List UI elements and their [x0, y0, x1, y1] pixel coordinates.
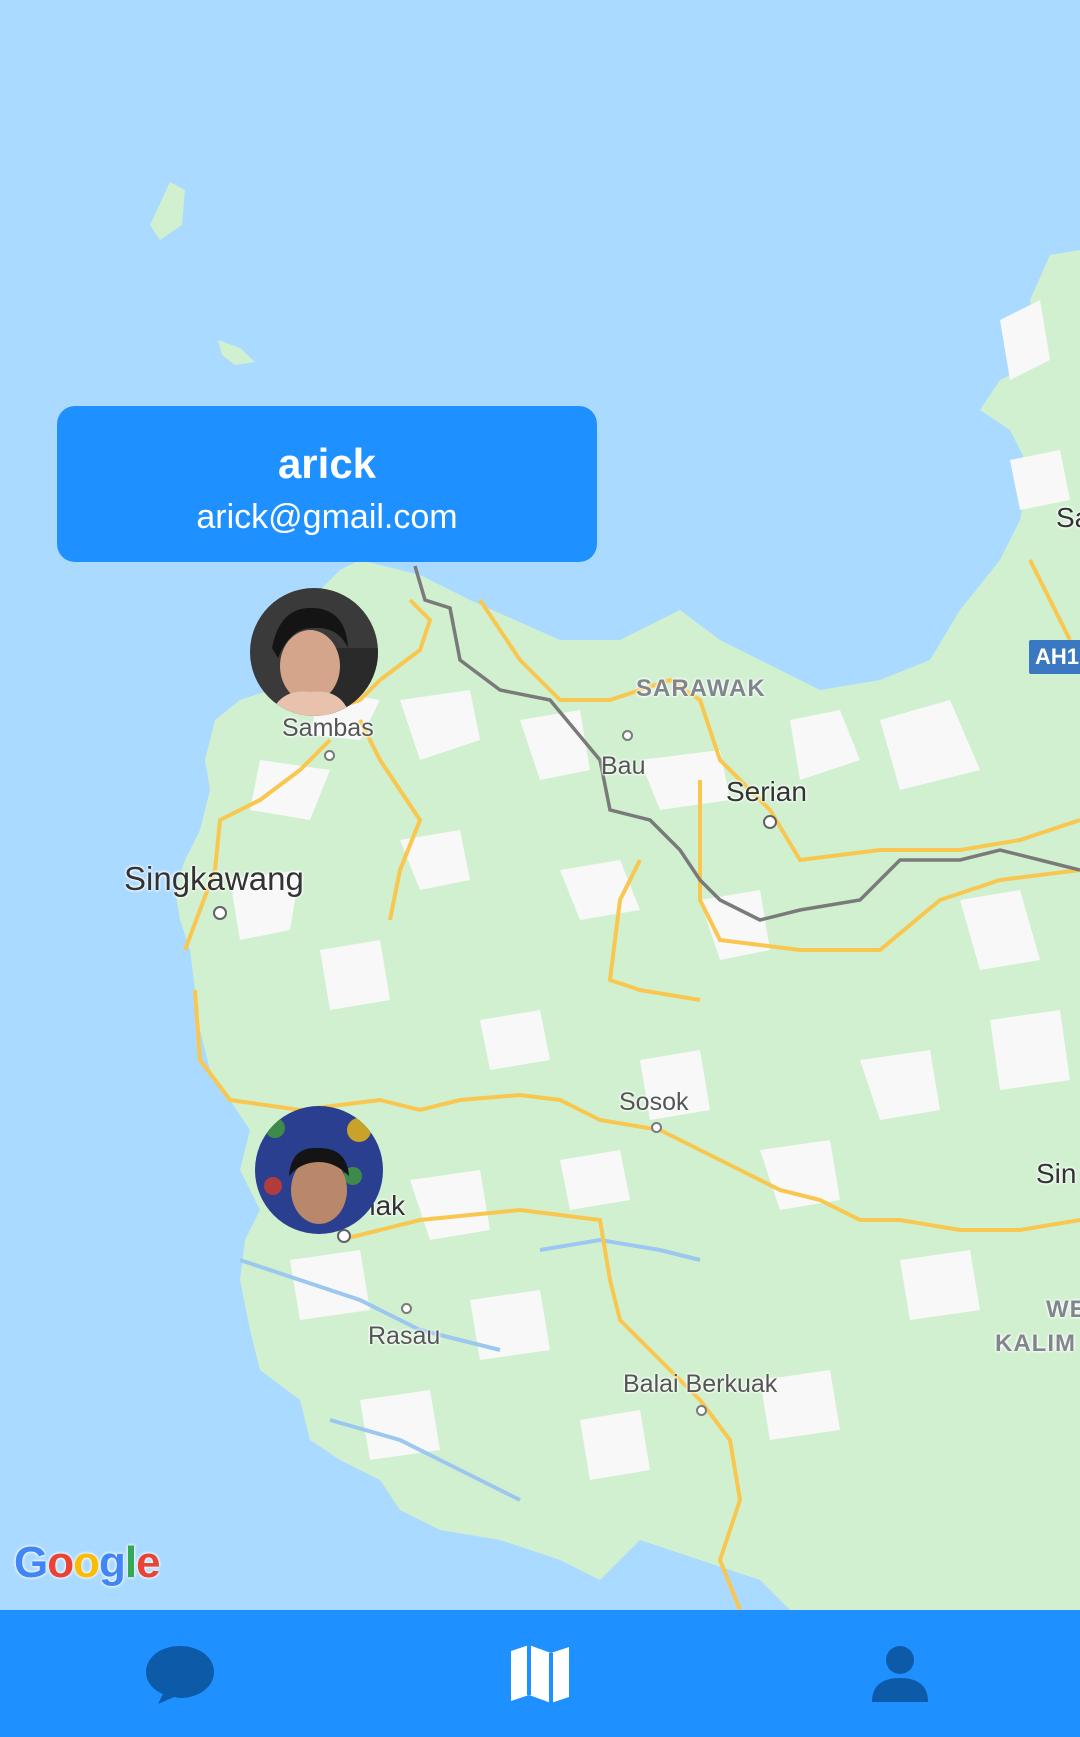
- region-label-sarawak: SARAWAK: [636, 675, 766, 702]
- place-label-edge-sa: Sa: [1056, 502, 1080, 533]
- popup-user-email: arick@gmail.com: [196, 498, 458, 536]
- place-label-singkawang: Singkawang: [124, 860, 304, 897]
- google-logo: Google: [14, 1538, 161, 1587]
- bottom-navigation-bar: [0, 1610, 1080, 1737]
- place-label-bau: Bau: [601, 752, 646, 780]
- map-view[interactable]: Sambas Singkawang SARAWAK Bau Serian Sos…: [0, 0, 1080, 1610]
- place-label-serian: Serian: [726, 776, 807, 807]
- map-canvas: [0, 0, 1080, 1610]
- place-label-balai-berkuak: Balai Berkuak: [623, 1370, 778, 1398]
- user-avatar-marker-mempawah[interactable]: [255, 1106, 383, 1234]
- place-label-rasau: Rasau: [368, 1322, 441, 1350]
- region-label-edge-we: WE: [1046, 1296, 1080, 1323]
- user-avatar-marker-sambas[interactable]: [250, 588, 378, 716]
- user-info-popup[interactable]: arick arick@gmail.com: [57, 406, 597, 562]
- popup-user-name: arick: [277, 440, 377, 487]
- avatar-photo-1: [250, 588, 378, 716]
- place-dot-sambas: [324, 750, 335, 761]
- nav-profile-tab[interactable]: [720, 1610, 1080, 1737]
- person-icon: [872, 1645, 928, 1702]
- place-dot-rasau: [401, 1303, 412, 1314]
- place-label-sambas: Sambas: [282, 714, 374, 742]
- region-label-edge-kalim: KALIM: [995, 1330, 1076, 1357]
- place-dot-balai-berkuak: [696, 1405, 707, 1416]
- place-dot-bau: [622, 730, 633, 741]
- highway-shield: AH1!: [1029, 640, 1080, 674]
- chat-bubble-icon: [146, 1645, 214, 1704]
- place-dot-singkawang: [213, 906, 227, 920]
- nav-map-tab[interactable]: [360, 1610, 720, 1737]
- place-label-edge-sin: Sin: [1036, 1158, 1077, 1189]
- nav-chat-tab[interactable]: [0, 1610, 360, 1737]
- place-dot-serian: [763, 815, 777, 829]
- place-dot-sosok: [651, 1122, 662, 1133]
- avatar-photo-2: [255, 1106, 383, 1234]
- place-label-sosok: Sosok: [619, 1088, 689, 1116]
- map-icon: [511, 1644, 569, 1703]
